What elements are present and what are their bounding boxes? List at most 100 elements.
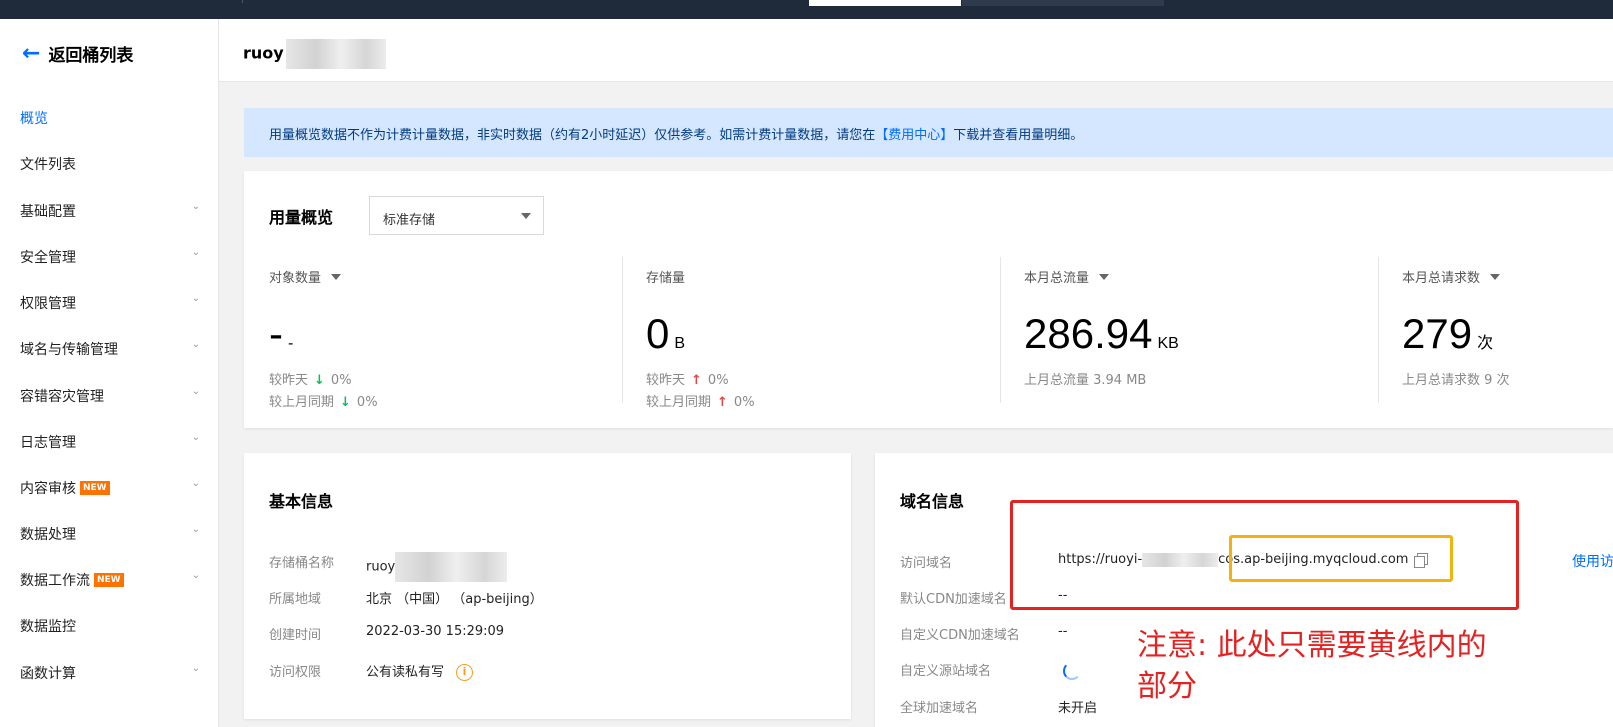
back-to-bucket-list-button[interactable]: ← 返回桶列表 (22, 41, 133, 66)
basic-info-card: 基本信息 存储桶名称 ruoy 所属地域 北京 （中国） （ap-beijing… (244, 453, 851, 719)
metric-number: 286.94 (1024, 310, 1153, 357)
metric-value: -- (269, 313, 293, 355)
metric-compare-row: 上月总请求数 9 次 (1402, 369, 1510, 388)
info-key: 访问权限 (269, 665, 322, 680)
sidebar-item-label: 基础配置 (20, 204, 76, 220)
info-icon[interactable]: i (456, 664, 474, 681)
domain-info-title: 域名信息 (900, 492, 965, 511)
compare-label: 较上月同期 (269, 395, 335, 410)
compare-percent: 0% (707, 373, 729, 388)
chevron-down-icon: ⌄ (191, 570, 200, 581)
global-accel-value: 未开启 (1058, 701, 1098, 716)
chevron-down-icon: ⌄ (191, 247, 200, 258)
metric-compare-row: 较昨天 ↑ 0% (646, 369, 729, 388)
metric-number: 0 (646, 310, 670, 357)
page-header: ruoy (219, 19, 1613, 82)
sidebar-item-8[interactable]: 内容审核 NEW ⌄ (20, 478, 200, 498)
redacted-text (395, 552, 508, 582)
metric-label-text: 存储量 (646, 271, 686, 286)
sidebar-item-10[interactable]: 数据工作流 NEW ⌄ (20, 570, 200, 590)
sidebar-item-3[interactable]: 安全管理 ⌄ (20, 247, 200, 267)
sidebar-item-12[interactable]: 函数计算 ⌄ (20, 663, 200, 683)
metric-unit: KB (1157, 335, 1179, 352)
caret-down-icon[interactable] (331, 273, 342, 280)
chevron-down-icon: ⌄ (191, 432, 200, 443)
sidebar-item-label: 文件列表 (20, 157, 76, 173)
yellow-highlight-box (1229, 535, 1453, 582)
navbar-tab[interactable] (962, 0, 1164, 6)
storage-class-value: 标准存储 (383, 213, 436, 228)
metric-unit: - (288, 335, 294, 352)
bucket-name-value: ruoy (366, 559, 396, 575)
compare-label: 较昨天 (646, 373, 686, 388)
chevron-down-icon: ⌄ (191, 386, 200, 397)
sidebar-item-label: 域名与传输管理 (20, 342, 118, 358)
sidebar-item-1[interactable]: 文件列表 (20, 154, 200, 174)
chevron-down-icon: ⌄ (191, 293, 200, 304)
chevron-down-icon: ⌄ (191, 478, 200, 489)
metric-2: 本月总流量 286.94 KB 上月总流量 3.94 MB (1024, 255, 1404, 405)
metric-unit: B (674, 335, 686, 352)
sidebar-item-9[interactable]: 数据处理 ⌄ (20, 524, 200, 544)
sidebar-item-label: 安全管理 (20, 250, 76, 266)
sidebar-item-6[interactable]: 容错容灾管理 ⌄ (20, 386, 200, 406)
domain-key: 自定义源站域名 (900, 664, 992, 679)
metric-divider (622, 257, 623, 403)
compare-label: 较上月同期 (646, 395, 712, 410)
created-time-value: 2022-03-30 15:29:09 (366, 624, 505, 639)
sidebar-item-0[interactable]: 概览 (20, 108, 200, 128)
sidebar-item-label: 数据工作流 (20, 573, 90, 589)
sidebar-item-label: 容错容灾管理 (20, 389, 104, 405)
sidebar-item-label: 数据监控 (20, 619, 76, 635)
sidebar-item-2[interactable]: 基础配置 ⌄ (20, 201, 200, 221)
notice-text-tail: 下载并查看用量明细。 (953, 128, 1084, 143)
usage-overview-title: 用量概览 (269, 208, 334, 227)
chevron-down-icon: ⌄ (191, 201, 200, 212)
info-key: 存储桶名称 (269, 556, 335, 571)
metric-label[interactable]: 本月总流量 (1024, 267, 1110, 286)
sidebar-item-7[interactable]: 日志管理 ⌄ (20, 432, 200, 452)
compare-label: 上月总请求数 9 次 (1402, 373, 1510, 388)
metric-value: 286.94 KB (1024, 313, 1179, 355)
billing-center-link[interactable]: 【费用中心】 (875, 128, 953, 143)
metric-3: 本月总请求数 279 次上月总请求数 9 次 (1402, 255, 1613, 405)
metric-number: 279 (1402, 310, 1473, 357)
new-badge: NEW (80, 481, 110, 495)
metric-compare-row: 较上月同期 ↑ 0% (646, 391, 755, 410)
metric-label[interactable]: 对象数量 (269, 267, 342, 286)
navbar-divider (242, 0, 243, 3)
sidebar-item-5[interactable]: 域名与传输管理 ⌄ (20, 339, 200, 359)
caret-down-icon[interactable] (1099, 273, 1110, 280)
notice-text: 用量概览数据不作为计费计量数据，非实时数据（约有2小时延迟）仅供参考。如需计费计… (269, 128, 876, 143)
caret-down-icon[interactable] (1490, 273, 1501, 280)
basic-info-title: 基本信息 (269, 492, 334, 511)
sidebar-item-label: 内容审核 (20, 481, 76, 497)
navbar-tab-active[interactable] (809, 0, 961, 6)
sidebar-item-label: 函数计算 (20, 666, 76, 682)
info-value: ruoy (366, 552, 508, 582)
compare-percent: 0% (733, 395, 755, 410)
compare-label: 较昨天 (269, 373, 309, 388)
new-badge: NEW (94, 573, 124, 587)
sidebar-item-label: 概览 (20, 111, 48, 127)
metric-divider (1378, 257, 1379, 403)
metric-divider (1000, 257, 1001, 403)
arrow-up-icon: ↑ (717, 395, 728, 410)
metric-label-text: 本月总流量 (1024, 271, 1090, 286)
sidebar: ← 返回桶列表 概览 文件列表 基础配置 ⌄ 安全管理 ⌄ 权限管理 ⌄ 域名与传输管理 ⌄ 容错容… (0, 19, 219, 727)
metric-number: - (269, 310, 283, 357)
info-key: 所属地域 (269, 592, 322, 607)
sidebar-item-11[interactable]: 数据监控 (20, 616, 200, 636)
metric-label[interactable]: 本月总请求数 (1402, 267, 1501, 286)
info-key: 创建时间 (269, 628, 322, 643)
access-value: 公有读私有写 i (366, 661, 474, 681)
storage-class-select[interactable]: 标准存储 (369, 196, 544, 235)
bucket-title-text: ruoy (243, 43, 284, 63)
sidebar-item-label: 日志管理 (20, 435, 76, 451)
metric-unit: 次 (1477, 335, 1494, 352)
arrow-left-icon: ← (22, 40, 41, 66)
metric-0: 对象数量 - - 较昨天 ↓ 0% 较上月同期 ↓ 0% (269, 255, 649, 410)
sidebar-item-4[interactable]: 权限管理 ⌄ (20, 293, 200, 313)
metric-compare-row: 较昨天 ↓ 0% (269, 369, 352, 388)
use-domain-link[interactable]: 使用访 (1572, 551, 1613, 571)
